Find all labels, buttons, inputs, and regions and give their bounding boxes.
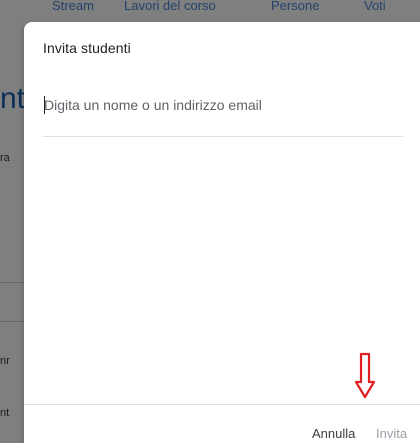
tab-persone[interactable]: Persone <box>271 0 319 13</box>
footer-divider <box>24 404 420 405</box>
dialog-title: Invita studenti <box>43 40 131 56</box>
text-cursor <box>44 96 45 114</box>
search-field <box>43 92 404 137</box>
page: Stream Lavori del corso Persone Voti nt … <box>0 0 420 443</box>
background-tab-bar: Stream Lavori del corso Persone Voti <box>0 0 420 22</box>
background-text-fragment: nt <box>0 407 10 419</box>
background-text-fragment: nr <box>0 355 10 367</box>
search-input[interactable] <box>43 92 404 118</box>
cancel-button[interactable]: Annulla <box>312 426 355 441</box>
background-heading-fragment: nt <box>0 82 24 115</box>
tab-stream[interactable]: Stream <box>52 0 94 13</box>
invite-button[interactable]: Invita <box>376 426 407 441</box>
background-divider <box>0 321 24 322</box>
red-down-arrow-icon <box>354 352 376 399</box>
tab-lavori-del-corso[interactable]: Lavori del corso <box>124 0 216 13</box>
tab-voti[interactable]: Voti <box>364 0 386 13</box>
background-text-fragment: ra <box>0 152 10 164</box>
background-divider <box>0 282 24 283</box>
